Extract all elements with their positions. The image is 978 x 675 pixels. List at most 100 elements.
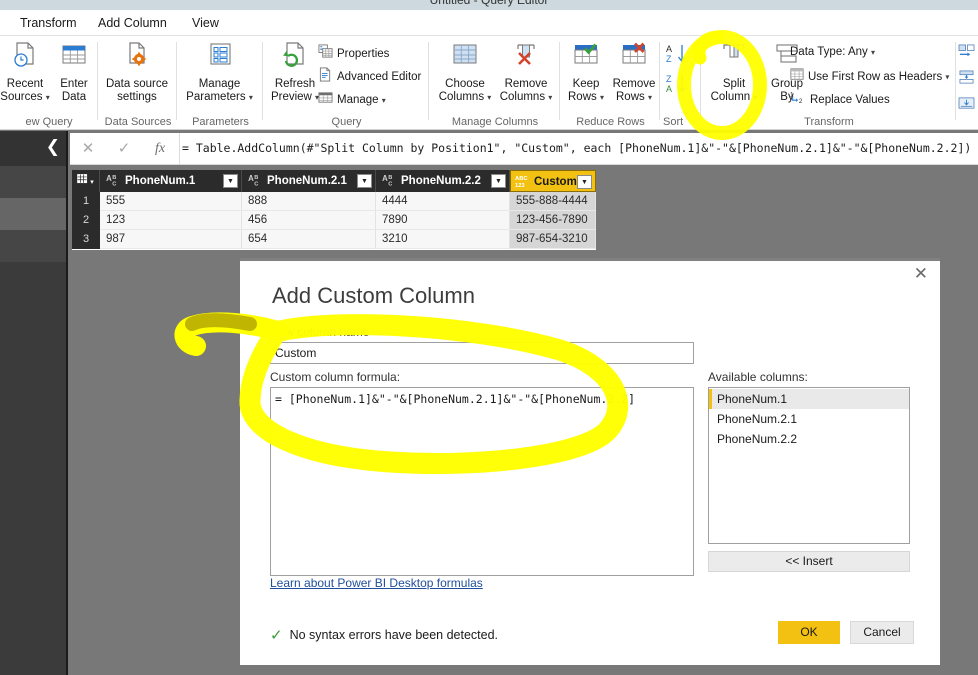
formula-input[interactable]: = Table.AddColumn(#"Split Column by Posi… (182, 133, 978, 164)
data-type-button[interactable]: Data Type: Any ▾ (790, 44, 875, 60)
sort-descending-button[interactable]: Z A (665, 72, 691, 103)
cell[interactable]: 654 (242, 230, 376, 249)
recent-sources-button[interactable]: Recent Sources ▾ (0, 40, 50, 104)
group-separator (700, 42, 701, 120)
table-row[interactable]: 3 987 654 3210 987-654-3210 (72, 230, 596, 249)
query-list-item[interactable] (0, 230, 66, 262)
split-column-button[interactable]: Split Column ▾ (706, 40, 762, 104)
tab-view[interactable]: View (184, 10, 227, 36)
advanced-editor-button[interactable]: Advanced Editor (318, 67, 421, 83)
properties-button[interactable]: Properties (318, 44, 389, 60)
manage-button[interactable]: Manage ▾ (318, 90, 386, 106)
manage-parameters-label-1: Manage (198, 78, 241, 90)
sort-ascending-button[interactable]: A Z (665, 42, 691, 73)
ok-button[interactable]: OK (778, 621, 840, 644)
enter-data-icon (52, 40, 96, 75)
column-filter-dropdown[interactable]: ▼ (491, 174, 506, 188)
combine-files-icon (958, 97, 975, 109)
window-title: Untitled - Query Editor (429, 0, 549, 7)
column-header-custom[interactable]: ABC 123 Custom ▼ (510, 170, 596, 192)
tab-add-column[interactable]: Add Column (90, 10, 175, 36)
cell[interactable]: 987 (100, 230, 242, 249)
refresh-preview-label-1: Refresh (274, 78, 316, 90)
ribbon-group-label-sort: Sort (663, 116, 684, 128)
queries-pane: ❮ (0, 131, 68, 675)
custom-column-formula-input[interactable]: = [PhoneNum.1]&"-"&[PhoneNum.2.1]&"-"&[P… (270, 387, 694, 576)
available-column-item-phonenum-2-1[interactable]: PhoneNum.2.1 (709, 409, 909, 429)
svg-text:A: A (106, 174, 112, 183)
insert-button[interactable]: << Insert (708, 551, 910, 572)
manage-parameters-button[interactable]: Manage Parameters ▾ (178, 40, 261, 104)
new-column-name-label: New column name (270, 325, 370, 339)
row-number: 1 (72, 192, 100, 211)
cell[interactable]: 987-654-3210 (510, 230, 596, 249)
ribbon-group-label-data-sources: Data Sources (104, 116, 172, 128)
group-separator (262, 42, 263, 120)
merge-queries-button[interactable] (958, 44, 975, 64)
checkmark-icon[interactable]: ✓ (106, 133, 142, 164)
cell[interactable]: 3210 (376, 230, 510, 249)
add-custom-column-dialog: ✕ Add Custom Column New column name Cust… (240, 258, 940, 665)
formula-bar: ✕ ✓ fx = Table.AddColumn(#"Split Column … (70, 133, 978, 165)
data-source-settings-button[interactable]: Data source settings (99, 40, 175, 104)
cell[interactable]: 4444 (376, 192, 510, 211)
column-header-label: Custom (534, 176, 577, 188)
fx-icon[interactable]: fx (142, 133, 178, 164)
ribbon-group-label-manage-columns: Manage Columns (451, 116, 539, 128)
cell[interactable]: 123 (100, 211, 242, 230)
text-type-icon: A B C (382, 173, 398, 189)
cell[interactable]: 555 (100, 192, 242, 211)
cancel-icon[interactable]: ✕ (70, 133, 106, 164)
svg-text:C: C (112, 181, 116, 187)
append-queries-button[interactable] (958, 70, 975, 90)
column-header-phonenum-1[interactable]: A B C PhoneNum.1 ▼ (100, 170, 242, 192)
enter-data-button[interactable]: Enter Data (52, 40, 96, 104)
remove-columns-button[interactable]: Remove Columns ▾ (494, 40, 558, 104)
column-header-phonenum-2-2[interactable]: A B C PhoneNum.2.2 ▼ (376, 170, 510, 192)
combine-files-button[interactable] (958, 96, 975, 116)
column-filter-dropdown[interactable]: ▼ (223, 174, 238, 188)
chevron-down-icon: ▾ (599, 93, 604, 102)
tab-transform[interactable]: Transform (12, 10, 85, 36)
sort-ascending-icon: A Z (666, 44, 687, 64)
cell[interactable]: 123-456-7890 (510, 211, 596, 230)
new-column-name-input[interactable] (270, 342, 694, 364)
close-icon[interactable]: ✕ (914, 266, 928, 283)
group-separator (428, 42, 429, 120)
chevron-left-icon[interactable]: ❮ (46, 139, 60, 156)
chevron-down-icon: ▾ (548, 93, 553, 102)
query-list-item[interactable] (0, 166, 66, 198)
cell[interactable]: 456 (242, 211, 376, 230)
column-filter-dropdown[interactable]: ▼ (577, 175, 592, 189)
use-first-row-label: Use First Row as Headers (808, 70, 943, 83)
replace-values-button[interactable]: 1 2 Replace Values (790, 90, 890, 106)
table-row[interactable]: 2 123 456 7890 123-456-7890 (72, 211, 596, 230)
remove-rows-icon (608, 40, 660, 75)
available-column-item-phonenum-2-2[interactable]: PhoneNum.2.2 (709, 429, 909, 449)
svg-text:A: A (248, 174, 254, 183)
cell[interactable]: 555-888-4444 (510, 192, 596, 211)
query-list-item-selected[interactable] (0, 198, 66, 230)
ribbon-group-label-new-query: ew Query (25, 116, 73, 128)
ribbon-group-label-query: Query (331, 116, 362, 128)
cancel-button[interactable]: Cancel (850, 621, 914, 644)
remove-columns-icon (494, 40, 558, 75)
column-header-phonenum-2-1[interactable]: A B C PhoneNum.2.1 ▼ (242, 170, 376, 192)
custom-column-formula-text: = [PhoneNum.1]&"-"&[PhoneNum.2.1]&"-"&[P… (275, 392, 636, 406)
keep-rows-button[interactable]: Keep Rows ▾ (563, 40, 609, 104)
ribbon-group-new-query: Recent Sources ▾ Enter Data ew Query (0, 36, 98, 130)
use-first-row-as-headers-button[interactable]: Use First Row as Headers ▾ (790, 67, 949, 83)
remove-rows-button[interactable]: Remove Rows ▾ (608, 40, 660, 104)
refresh-preview-button[interactable]: Refresh Preview ▾ (264, 40, 326, 104)
choose-columns-button[interactable]: Choose Columns ▾ (434, 40, 496, 104)
append-queries-icon (959, 70, 974, 84)
cell[interactable]: 888 (242, 192, 376, 211)
ribbon-group-combine (957, 36, 978, 130)
available-column-item-phonenum-1[interactable]: PhoneNum.1 (709, 389, 909, 409)
learn-formulas-link[interactable]: Learn about Power BI Desktop formulas (270, 576, 483, 590)
column-filter-dropdown[interactable]: ▼ (357, 174, 372, 188)
cell[interactable]: 7890 (376, 211, 510, 230)
grid-select-all-button[interactable]: ▾ (72, 170, 100, 192)
column-header-label: PhoneNum.2.1 (267, 175, 347, 187)
table-row[interactable]: 1 555 888 4444 555-888-4444 (72, 192, 596, 211)
